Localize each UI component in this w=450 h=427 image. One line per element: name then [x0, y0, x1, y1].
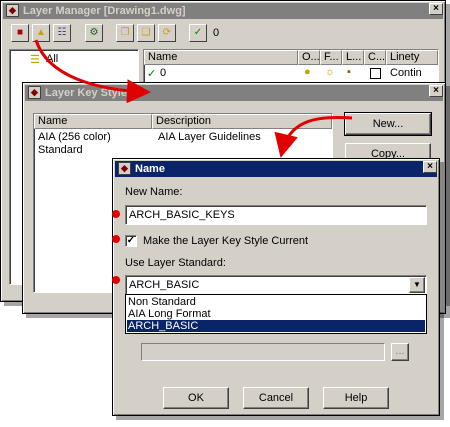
- close-button[interactable]: ×: [423, 161, 437, 173]
- checkmark-icon[interactable]: ✓: [189, 24, 207, 42]
- col-linetype[interactable]: Linety: [386, 50, 438, 65]
- standard-select[interactable]: ARCH_BASIC ▼: [125, 275, 427, 295]
- name-dialog-title: Name: [135, 163, 165, 175]
- new-layer-icon[interactable]: ▲: [32, 24, 50, 42]
- app-icon: ◆: [6, 4, 19, 17]
- paste-icon[interactable]: ❑: [137, 24, 155, 42]
- cancel-button[interactable]: Cancel: [243, 387, 309, 409]
- tree-root-all[interactable]: All: [46, 53, 58, 65]
- toolbar-count: 0: [213, 27, 220, 39]
- annotation-dot: [112, 276, 120, 284]
- bulb-icon[interactable]: ●: [304, 66, 311, 78]
- layer-key-styles-titlebar[interactable]: ◆ Layer Key Styles: [25, 85, 443, 101]
- col-name[interactable]: Name: [144, 50, 298, 65]
- sun-icon[interactable]: ☼: [325, 66, 335, 78]
- style-row-name[interactable]: AIA (256 color): [38, 131, 111, 143]
- help-button[interactable]: Help: [323, 387, 389, 409]
- layer-state-icon[interactable]: ■: [11, 24, 29, 42]
- ok-button-label: OK: [188, 392, 204, 404]
- col-color[interactable]: C...: [364, 50, 386, 65]
- chevron-down-icon[interactable]: ▼: [409, 277, 425, 293]
- col-freeze[interactable]: F...: [320, 50, 342, 65]
- refresh-icon[interactable]: ⟳: [158, 24, 176, 42]
- standard-select-value: ARCH_BASIC: [129, 279, 200, 291]
- color-swatch[interactable]: [370, 68, 381, 79]
- name-dialog-titlebar[interactable]: ◆ Name: [115, 161, 437, 177]
- col-style-description[interactable]: Description: [152, 114, 332, 129]
- layer-filter-icon[interactable]: ⚙: [85, 24, 103, 42]
- col-on[interactable]: O...: [298, 50, 320, 65]
- dropdown-option-selected[interactable]: ARCH_BASIC: [127, 320, 425, 332]
- new-name-label: New Name:: [125, 186, 183, 198]
- layer-key-styles-icon[interactable]: ☷: [53, 24, 71, 42]
- standard-dropdown-list[interactable]: Non Standard AIA Long Format ARCH_BASIC: [125, 294, 427, 334]
- current-layer-icon: ✓: [147, 68, 157, 80]
- col-style-name[interactable]: Name: [34, 114, 152, 129]
- copy-icon[interactable]: ❐: [116, 24, 134, 42]
- annotation-dot: [112, 235, 120, 243]
- col-lock[interactable]: L...: [342, 50, 364, 65]
- new-button[interactable]: New...: [344, 112, 432, 136]
- cancel-button-label: Cancel: [258, 392, 294, 404]
- dropdown-option[interactable]: AIA Long Format: [128, 308, 211, 320]
- browse-button-label: ...: [395, 345, 405, 357]
- layers-icon: ☰: [30, 54, 40, 66]
- new-name-field[interactable]: ARCH_BASIC_KEYS: [125, 205, 427, 225]
- dropdown-option[interactable]: Non Standard: [128, 296, 196, 308]
- ok-button[interactable]: OK: [163, 387, 229, 409]
- name-dialog: ◆ Name × New Name: ARCH_BASIC_KEYS ✓ Mak…: [112, 158, 440, 416]
- style-row-description[interactable]: AIA Layer Guidelines: [158, 131, 261, 143]
- dropdown-option-selected-label: ARCH_BASIC: [128, 320, 199, 332]
- close-button[interactable]: ×: [429, 85, 443, 97]
- help-button-label: Help: [344, 392, 368, 404]
- new-name-value: ARCH_BASIC_KEYS: [129, 209, 235, 221]
- layer-key-styles-title: Layer Key Styles: [45, 87, 134, 99]
- app-icon: ◆: [28, 86, 41, 99]
- close-button[interactable]: ×: [429, 3, 443, 15]
- layer-row-name[interactable]: 0: [160, 67, 166, 79]
- annotation-dot: [112, 210, 120, 218]
- path-field: [141, 343, 385, 361]
- use-standard-label: Use Layer Standard:: [125, 257, 226, 269]
- lock-icon[interactable]: ▪: [347, 66, 351, 78]
- layer-manager-title: Layer Manager [Drawing1.dwg]: [23, 5, 186, 17]
- make-current-checkbox[interactable]: ✓: [125, 235, 137, 247]
- new-button-label: New...: [372, 118, 404, 130]
- layer-row-linetype[interactable]: Contin: [390, 67, 422, 79]
- style-row-name[interactable]: Standard: [38, 144, 83, 156]
- make-current-label[interactable]: Make the Layer Key Style Current: [143, 235, 308, 247]
- app-icon: ◆: [118, 162, 131, 175]
- browse-button[interactable]: ...: [391, 343, 409, 361]
- layer-manager-titlebar[interactable]: ◆ Layer Manager [Drawing1.dwg]: [3, 3, 443, 19]
